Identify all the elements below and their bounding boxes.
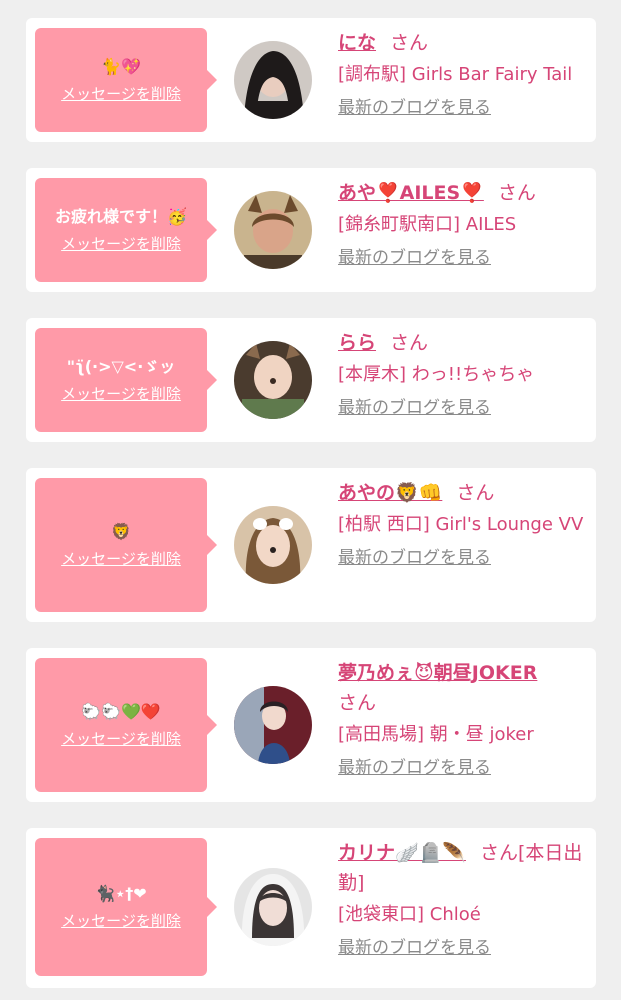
shop-label: [池袋東口] Chloé [338,904,481,925]
shop-label: [錦糸町駅南口] AILES [338,214,517,235]
message-text: 🐑🐑💚❤️ [81,702,161,721]
avatar[interactable] [234,506,312,584]
message-bubble: 🦁 メッセージを削除 [35,478,217,612]
message-card: 🐈‍⬛⋆†❤ メッセージを削除 カリナ🪽🪦🪶 さん[本日出勤] [池袋東口] Ch… [26,828,596,988]
message-bubble: お疲れ様です！🥳 メッセージを削除 [35,178,217,282]
latest-blog-link[interactable]: 最新のブログを見る [338,546,491,570]
delete-message-link[interactable]: メッセージを削除 [61,384,181,404]
delete-message-link[interactable]: メッセージを削除 [61,729,181,749]
card-info: らら さん [本厚木] わっ!!ちゃちゃ 最新のブログを見る [338,328,590,420]
girl-name-link[interactable]: にな [338,32,376,54]
avatar[interactable] [234,868,312,946]
card-info: 夢乃めぇ😈朝昼JOKER さん [高田馬場] 朝・昼 joker 最新のブログを… [338,658,590,780]
girl-name-link[interactable]: あや❣️AILES❣️ [338,182,484,204]
latest-blog-link[interactable]: 最新のブログを見る [338,96,491,120]
latest-blog-link[interactable]: 最新のブログを見る [338,396,491,420]
honorific: さん [390,32,429,54]
card-info: カリナ🪽🪦🪶 さん[本日出勤] [池袋東口] Chloé 最新のブログを見る [338,838,590,960]
message-text: お疲れ様です！🥳 [55,207,187,226]
shop-label: [柏駅 西口] Girl's Lounge VV [338,514,584,535]
shop-label: [本厚木] わっ!!ちゃちゃ [338,364,535,385]
avatar[interactable] [234,341,312,419]
message-text: "ʅ̈(·>▽<·ゞッ [66,357,176,376]
message-card: お疲れ様です！🥳 メッセージを削除 あや❣️AILES❣️ さん [錦糸町駅南口]… [26,168,596,292]
delete-message-link[interactable]: メッセージを削除 [61,234,181,254]
latest-blog-link[interactable]: 最新のブログを見る [338,936,491,960]
avatar[interactable] [234,41,312,119]
message-card: 🦁 メッセージを削除 あやの🦁👊 さん [柏駅 西口] Girl's Lounge… [26,468,596,622]
card-info: あや❣️AILES❣️ さん [錦糸町駅南口] AILES 最新のブログを見る [338,178,590,270]
message-text: 🐈💖 [101,57,141,76]
latest-blog-link[interactable]: 最新のブログを見る [338,756,491,780]
message-card: 🐑🐑💚❤️ メッセージを削除 夢乃めぇ😈朝昼JOKER さん [高田馬場] 朝・… [26,648,596,802]
shop-label: [調布駅] Girls Bar Fairy Tail [338,64,573,85]
latest-blog-link[interactable]: 最新のブログを見る [338,246,491,270]
message-card: "ʅ̈(·>▽<·ゞッ メッセージを削除 らら さん [本厚木] わっ!!ちゃちゃ… [26,318,596,442]
girl-name-link[interactable]: らら [338,332,376,354]
honorific: さん [497,182,536,204]
message-list: 🐈💖 メッセージを削除 にな さん [調布駅] Girls Bar Fairy T… [0,0,621,1000]
shop-label: [高田馬場] 朝・昼 joker [338,724,534,745]
girl-name-link[interactable]: 夢乃めぇ😈朝昼JOKER [338,662,537,684]
avatar[interactable] [234,191,312,269]
delete-message-link[interactable]: メッセージを削除 [61,84,181,104]
honorific: さん [338,692,377,714]
message-bubble: 🐑🐑💚❤️ メッセージを削除 [35,658,217,792]
message-text: 🦁 [111,522,131,541]
card-info: あやの🦁👊 さん [柏駅 西口] Girl's Lounge VV 最新のブログを… [338,478,590,570]
message-card: 🐈💖 メッセージを削除 にな さん [調布駅] Girls Bar Fairy T… [26,18,596,142]
girl-name-link[interactable]: カリナ🪽🪦🪶 [338,842,466,864]
message-bubble: 🐈💖 メッセージを削除 [35,28,217,132]
delete-message-link[interactable]: メッセージを削除 [61,549,181,569]
message-bubble: 🐈‍⬛⋆†❤ メッセージを削除 [35,838,217,976]
honorific: さん [390,332,429,354]
girl-name-link[interactable]: あやの🦁👊 [338,482,442,504]
message-bubble: "ʅ̈(·>▽<·ゞッ メッセージを削除 [35,328,217,432]
card-info: にな さん [調布駅] Girls Bar Fairy Tail 最新のブログを見… [338,28,590,120]
avatar[interactable] [234,686,312,764]
delete-message-link[interactable]: メッセージを削除 [61,911,181,931]
message-text: 🐈‍⬛⋆†❤ [95,884,147,903]
honorific: さん [456,482,495,504]
